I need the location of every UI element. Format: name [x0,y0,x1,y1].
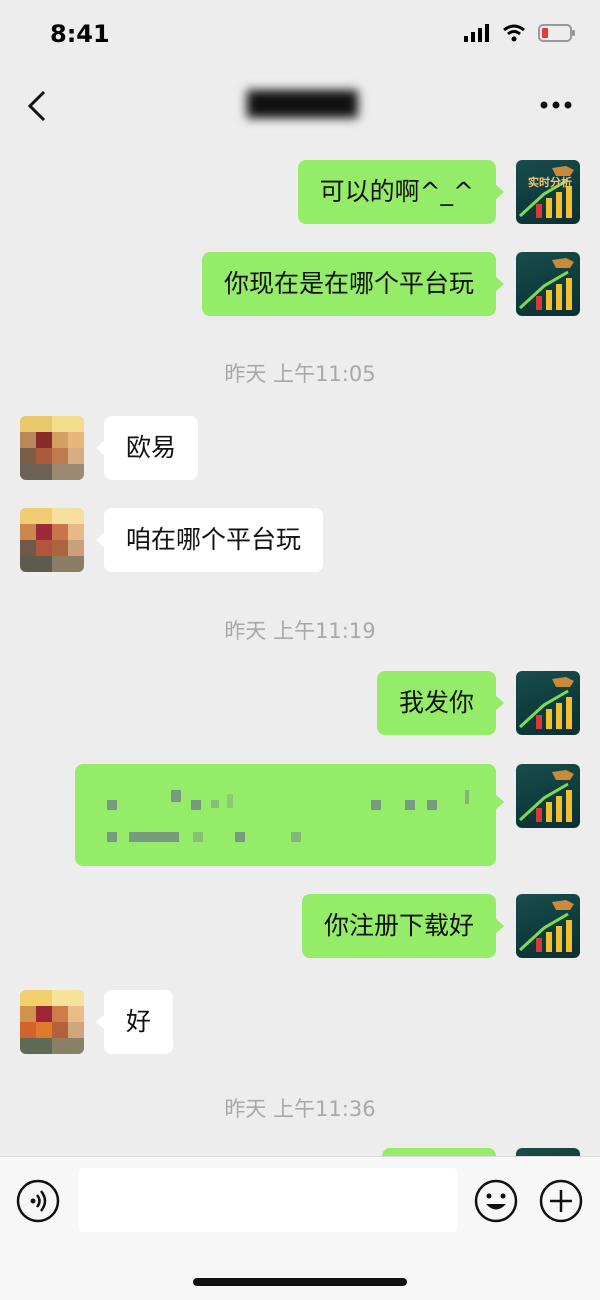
voice-icon[interactable] [16,1179,60,1223]
message-bubble[interactable]: 可以的啊^_^ [297,160,505,224]
avatar[interactable] [516,671,580,735]
more-icon[interactable] [540,100,572,110]
pixelated-avatar-icon [20,990,84,1054]
signal-icon [464,24,489,42]
avatar[interactable] [20,990,84,1054]
emoji-icon[interactable] [474,1179,518,1223]
avatar[interactable] [516,1148,580,1156]
avatar-label: 实时分析 [528,176,572,189]
message-bubble[interactable]: 咱在哪个平台玩 [95,508,324,572]
bull-chart-icon [518,677,574,729]
bull-chart-icon [518,258,574,310]
avatar[interactable] [516,252,580,316]
status-bar: 8:41 [0,0,600,70]
plus-icon[interactable] [539,1179,583,1223]
bull-chart-icon [518,770,574,822]
nav-bar: ██████ [0,70,600,140]
message-bubble[interactable]: 你注册下载好 [301,894,505,958]
avatar[interactable] [516,764,580,828]
message-list[interactable]: 可以的啊^_^ 实时分析 你现在是在哪个平台玩 昨天 上午11:05 欧易 咱在… [0,140,600,1156]
bull-chart-icon [518,900,574,952]
back-icon[interactable] [22,88,52,124]
timestamp: 昨天 上午11:05 [224,362,376,386]
pixelated-avatar-icon [20,416,84,480]
battery-icon [538,24,575,42]
status-time: 8:41 [50,20,110,48]
redacted-message-bubble[interactable] [75,764,504,866]
avatar[interactable]: 实时分析 [516,160,580,224]
chat-title: ██████ [247,90,358,118]
message-bubble[interactable]: 好 [95,990,174,1054]
message-bubble[interactable]: 你现在是在哪个平台玩 [201,252,505,316]
input-bar [0,1156,600,1300]
message-bubble[interactable]: 欧易 [95,416,199,480]
timestamp: 昨天 上午11:19 [224,619,376,643]
bull-chart-icon [518,166,574,218]
avatar[interactable] [20,508,84,572]
wifi-icon [503,24,525,42]
timestamp: 昨天 上午11:36 [224,1097,376,1121]
status-icons [464,24,576,42]
message-bubble[interactable]: 我发你 [376,671,505,735]
avatar[interactable] [516,894,580,958]
message-bubble-partial[interactable] [382,1148,496,1156]
message-input[interactable] [78,1168,458,1232]
avatar[interactable] [20,416,84,480]
home-indicator[interactable] [193,1278,407,1286]
pixelated-avatar-icon [20,508,84,572]
